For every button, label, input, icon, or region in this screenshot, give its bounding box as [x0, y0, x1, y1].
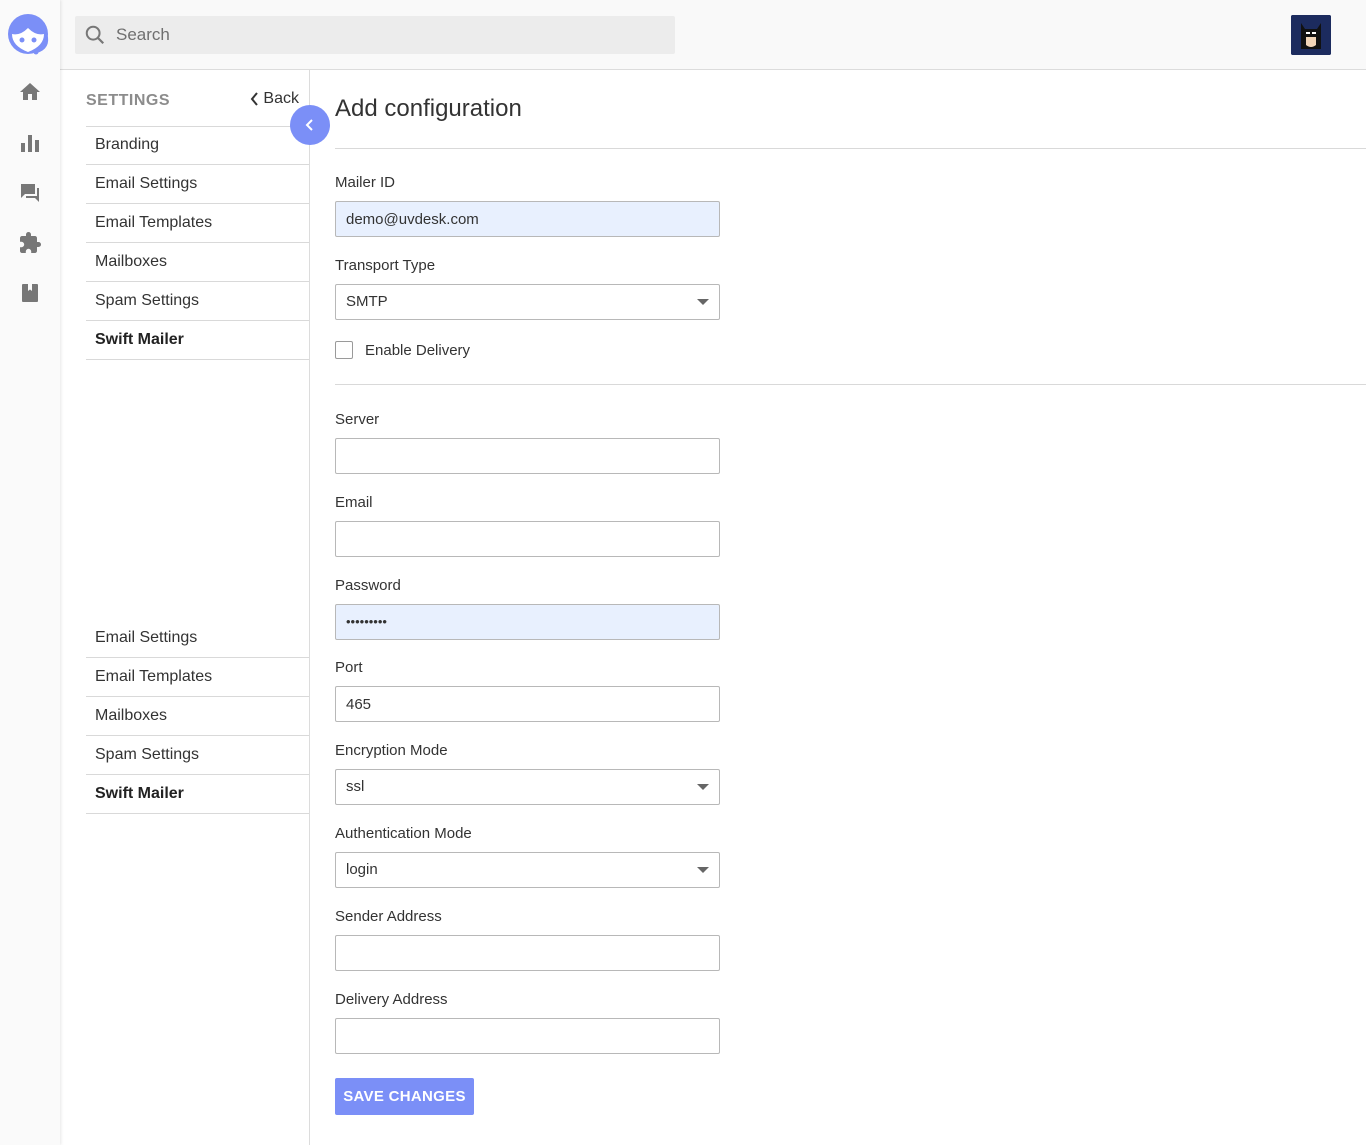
port-field[interactable] — [335, 686, 720, 722]
settings-menu-item-email-settings[interactable]: Email Settings — [86, 619, 309, 658]
settings-menu-repeat: Email Settings Email Templates Mailboxes… — [86, 619, 309, 814]
caret-down-icon — [697, 784, 709, 790]
settings-menu-item-email-templates[interactable]: Email Templates — [86, 658, 309, 697]
transport-type-select[interactable]: SMTP — [335, 284, 720, 320]
encryption-mode-label: Encryption Mode — [335, 742, 448, 759]
server-field[interactable] — [335, 438, 720, 474]
enable-delivery-label: Enable Delivery — [365, 342, 471, 359]
settings-menu-item-mailboxes[interactable]: Mailboxes — [86, 697, 309, 736]
chevron-left-icon — [305, 119, 313, 131]
mailer-id-label: Mailer ID — [335, 174, 396, 191]
user-avatar[interactable] — [1291, 15, 1331, 55]
port-label: Port — [335, 659, 363, 676]
caret-down-icon — [697, 299, 709, 305]
back-link[interactable]: Back — [250, 90, 299, 108]
agent-headset-logo-icon[interactable] — [6, 10, 54, 58]
encryption-mode-value: ssl — [346, 778, 365, 795]
transport-type-label: Transport Type — [335, 257, 436, 274]
password-field[interactable]: ••••••••• — [335, 604, 720, 640]
enable-delivery-checkbox[interactable] — [335, 341, 353, 359]
section-divider — [335, 384, 1366, 385]
reports-icon[interactable] — [18, 131, 42, 155]
knowledgebase-icon[interactable] — [18, 281, 42, 305]
collapse-panel-button[interactable] — [290, 105, 330, 145]
password-label: Password — [335, 577, 401, 594]
server-label: Server — [335, 411, 380, 428]
settings-menu-item-swift-mailer[interactable]: Swift Mailer — [86, 775, 309, 814]
settings-menu-item-swift-mailer[interactable]: Swift Mailer — [86, 321, 309, 360]
authentication-mode-select[interactable]: login — [335, 852, 720, 888]
top-bar — [60, 0, 1366, 70]
save-changes-button[interactable]: SAVE CHANGES — [335, 1078, 474, 1115]
authentication-mode-label: Authentication Mode — [335, 825, 472, 842]
password-value: ••••••••• — [346, 614, 387, 629]
settings-menu-item-mailboxes[interactable]: Mailboxes — [86, 243, 309, 282]
left-nav-rail — [0, 0, 60, 1145]
threads-icon[interactable] — [18, 181, 42, 205]
caret-down-icon — [697, 867, 709, 873]
transport-type-value: SMTP — [346, 293, 388, 310]
delivery-address-label: Delivery Address — [335, 991, 448, 1008]
apps-icon[interactable] — [18, 231, 42, 255]
delivery-address-field[interactable] — [335, 1018, 720, 1054]
settings-panel: SETTINGS Back Branding Email Settings Em… — [60, 70, 310, 1145]
settings-menu-item-spam-settings[interactable]: Spam Settings — [86, 736, 309, 775]
home-icon[interactable] — [18, 80, 42, 104]
page-title: Add configuration — [335, 95, 522, 122]
settings-menu: Branding Email Settings Email Templates … — [86, 126, 309, 360]
search-box[interactable] — [75, 16, 675, 54]
settings-header: SETTINGS Back — [86, 90, 309, 127]
search-icon — [85, 25, 105, 45]
encryption-mode-select[interactable]: ssl — [335, 769, 720, 805]
back-label: Back — [263, 90, 299, 107]
settings-title: SETTINGS — [86, 92, 171, 109]
sender-address-label: Sender Address — [335, 908, 442, 925]
email-label: Email — [335, 494, 373, 511]
search-input[interactable] — [114, 24, 658, 46]
sender-address-field[interactable] — [335, 935, 720, 971]
authentication-mode-value: login — [346, 861, 378, 878]
settings-menu-item-email-settings[interactable]: Email Settings — [86, 165, 309, 204]
mailer-id-field[interactable] — [335, 201, 720, 237]
email-field[interactable] — [335, 521, 720, 557]
settings-menu-item-email-templates[interactable]: Email Templates — [86, 204, 309, 243]
chevron-left-icon — [251, 92, 259, 106]
title-divider — [335, 148, 1366, 149]
settings-menu-item-spam-settings[interactable]: Spam Settings — [86, 282, 309, 321]
settings-menu-item-branding[interactable]: Branding — [86, 126, 309, 165]
